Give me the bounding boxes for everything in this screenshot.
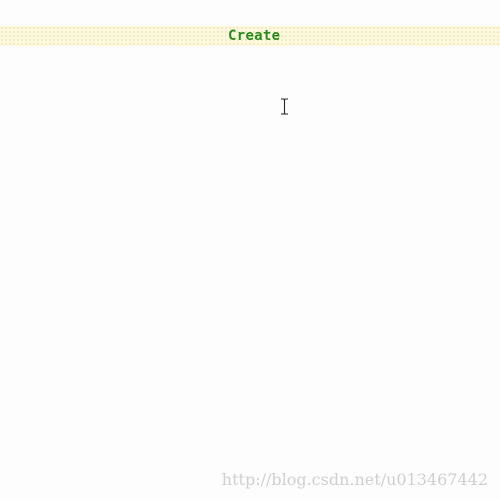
create-button[interactable]: Create (228, 28, 280, 44)
text-cursor-icon (281, 98, 288, 115)
top-action-bar: Create (0, 26, 500, 46)
watermark-url: http://blog.csdn.net/u013467442 (221, 470, 488, 489)
